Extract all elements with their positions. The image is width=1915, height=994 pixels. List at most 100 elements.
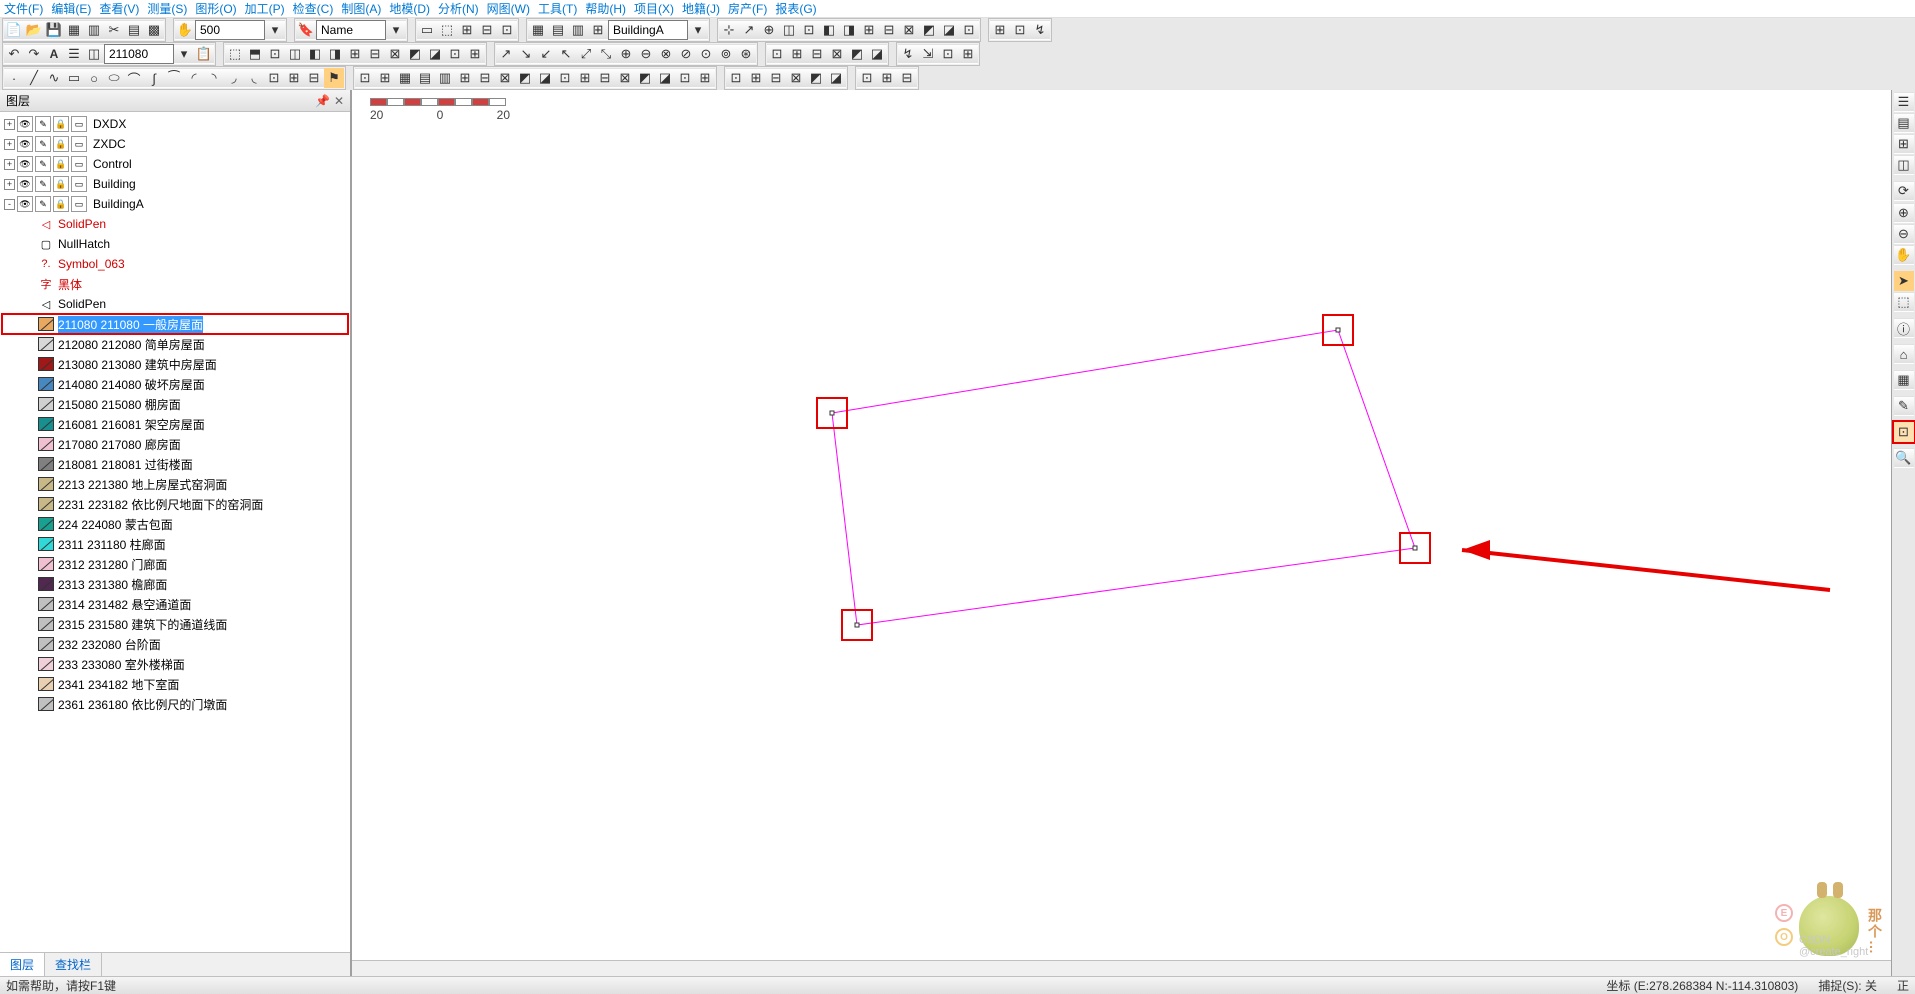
layer-row[interactable]: - 👁 ✎ 🔒 ▭ BuildingA [2, 194, 348, 214]
tool-h2[interactable]: ↘ [516, 44, 536, 64]
menu-terrain[interactable]: 地模(D) [389, 0, 430, 17]
expand-icon[interactable]: + [4, 179, 15, 190]
menu-view[interactable]: 查看(V) [99, 0, 139, 17]
spline-tool-icon[interactable]: ∫ [144, 68, 164, 88]
menu-help[interactable]: 帮助(H) [585, 0, 626, 17]
tool-d9[interactable]: ⊟ [879, 20, 899, 40]
pattern-item[interactable]: 212080 212080 简单房屋面 [2, 334, 348, 354]
lock-icon[interactable]: 🔒 [53, 176, 69, 192]
tool-d3[interactable]: ⊕ [759, 20, 779, 40]
dropdown-icon[interactable]: ▾ [265, 20, 285, 40]
tool-l10[interactable]: ◪ [535, 68, 555, 88]
style-item[interactable]: ▢ NullHatch [2, 234, 348, 254]
tool-m2[interactable]: ⊞ [746, 68, 766, 88]
edit-icon[interactable]: ✎ [35, 156, 51, 172]
dropdown-icon[interactable]: ▾ [174, 44, 194, 64]
tool-d10[interactable]: ⊠ [899, 20, 919, 40]
tool-k16[interactable]: ⊟ [304, 68, 324, 88]
expand-icon[interactable]: + [4, 119, 15, 130]
visibility-icon[interactable]: 👁 [17, 176, 33, 192]
edit-icon[interactable]: ✎ [35, 196, 51, 212]
rect-icon[interactable]: ▭ [417, 20, 437, 40]
menu-measure[interactable]: 测量(S) [147, 0, 187, 17]
arc4-tool-icon[interactable]: ◞ [224, 68, 244, 88]
tool-l3[interactable]: ▦ [395, 68, 415, 88]
tool-e2[interactable]: ⊡ [1010, 20, 1030, 40]
tool-h10[interactable]: ⊘ [676, 44, 696, 64]
circle-tool-icon[interactable]: ○ [84, 68, 104, 88]
tool-g10[interactable]: ◩ [405, 44, 425, 64]
layer-row[interactable]: + 👁 ✎ 🔒 ▭ ZXDC [2, 134, 348, 154]
arc-tool-icon[interactable]: ⌒ [124, 68, 144, 88]
tool-d8[interactable]: ⊞ [859, 20, 879, 40]
rtool-home[interactable]: ⌂ [1894, 344, 1914, 364]
tool-h6[interactable]: ⤡ [596, 44, 616, 64]
code-input[interactable] [104, 44, 174, 64]
pattern-item[interactable]: 2315 231580 建筑下的通道线面 [2, 614, 348, 634]
tool-l12[interactable]: ⊞ [575, 68, 595, 88]
visibility-icon[interactable]: 👁 [17, 136, 33, 152]
status-snap[interactable]: 捕捉(S): 关 [1818, 977, 1877, 994]
tool-btn-8[interactable]: ▩ [144, 20, 164, 40]
layer-row[interactable]: + 👁 ✎ 🔒 ▭ DXDX [2, 114, 348, 134]
refresh-icon[interactable]: ⟳ [1894, 181, 1914, 201]
tool-d7[interactable]: ◨ [839, 20, 859, 40]
line-tool-icon[interactable]: ╱ [24, 68, 44, 88]
edit-icon[interactable]: ✎ [35, 136, 51, 152]
dropdown-icon[interactable]: ▾ [386, 20, 406, 40]
menu-analyze[interactable]: 分析(N) [438, 0, 479, 17]
status-ortho[interactable]: 正 [1897, 977, 1909, 994]
tool-l13[interactable]: ⊟ [595, 68, 615, 88]
tool-h7[interactable]: ⊕ [616, 44, 636, 64]
expand-icon[interactable]: + [4, 159, 15, 170]
tool-c2[interactable]: ▤ [548, 20, 568, 40]
lock-icon[interactable]: 🔒 [53, 156, 69, 172]
rtool-highlighted[interactable]: ⊡ [1894, 422, 1914, 442]
tool-i1[interactable]: ⊡ [767, 44, 787, 64]
scale-input[interactable] [195, 20, 265, 40]
tool-i3[interactable]: ⊟ [807, 44, 827, 64]
menu-netmap[interactable]: 网图(W) [487, 0, 530, 17]
tool-d6[interactable]: ◧ [819, 20, 839, 40]
tool-i2[interactable]: ⊞ [787, 44, 807, 64]
tool-h12[interactable]: ⊚ [716, 44, 736, 64]
menu-realestate[interactable]: 房产(F) [728, 0, 767, 17]
visibility-icon[interactable]: 👁 [17, 116, 33, 132]
save-icon[interactable]: 💾 [44, 20, 64, 40]
tool-h5[interactable]: ⤢ [576, 44, 596, 64]
zoom-out-icon[interactable]: ⊖ [1894, 224, 1914, 244]
tool-d2[interactable]: ↗ [739, 20, 759, 40]
tool-d1[interactable]: ⊹ [719, 20, 739, 40]
menu-check[interactable]: 检查(C) [293, 0, 334, 17]
pattern-item[interactable]: 2213 221380 地上房屋式窑洞面 [2, 474, 348, 494]
pattern-item[interactable]: 2231 223182 依比例尺地面下的窑洞面 [2, 494, 348, 514]
tool-l11[interactable]: ⊡ [555, 68, 575, 88]
menu-cadastre[interactable]: 地籍(J) [682, 0, 720, 17]
rect-tool-icon[interactable]: ▭ [64, 68, 84, 88]
pattern-item[interactable]: 216081 216081 架空房屋面 [2, 414, 348, 434]
tool-m3[interactable]: ⊟ [766, 68, 786, 88]
rtool-3[interactable]: ⊞ [1894, 134, 1914, 154]
layer-row[interactable]: + 👁 ✎ 🔒 ▭ Control [2, 154, 348, 174]
menu-edit[interactable]: 编辑(E) [51, 0, 91, 17]
menu-project[interactable]: 项目(X) [634, 0, 674, 17]
zoom-in-icon[interactable]: ⊕ [1894, 203, 1914, 223]
menu-file[interactable]: 文件(F) [4, 0, 43, 17]
tool-g5[interactable]: ◧ [305, 44, 325, 64]
open-icon[interactable]: 📂 [24, 20, 44, 40]
rtool-layers[interactable]: ▦ [1894, 370, 1914, 390]
select-icon[interactable]: ⬚ [1894, 292, 1914, 312]
tool-c1[interactable]: ▦ [528, 20, 548, 40]
tool-d4[interactable]: ◫ [779, 20, 799, 40]
undo-icon[interactable]: ↶ [4, 44, 24, 64]
tab-search[interactable]: 查找栏 [45, 953, 102, 976]
tool-l17[interactable]: ⊡ [675, 68, 695, 88]
lock-icon[interactable]: 🔒 [53, 116, 69, 132]
tool-e3[interactable]: ↯ [1030, 20, 1050, 40]
layer-tree[interactable]: + 👁 ✎ 🔒 ▭ DXDX + 👁 ✎ 🔒 ▭ ZXDC + 👁 ✎ 🔒 ▭ … [0, 112, 350, 952]
tool-l14[interactable]: ⊠ [615, 68, 635, 88]
style-item[interactable]: ?. Symbol_063 [2, 254, 348, 274]
pattern-item[interactable]: 213080 213080 建筑中房屋面 [2, 354, 348, 374]
tool-j2[interactable]: ⇲ [918, 44, 938, 64]
tool-g1[interactable]: ⬚ [225, 44, 245, 64]
